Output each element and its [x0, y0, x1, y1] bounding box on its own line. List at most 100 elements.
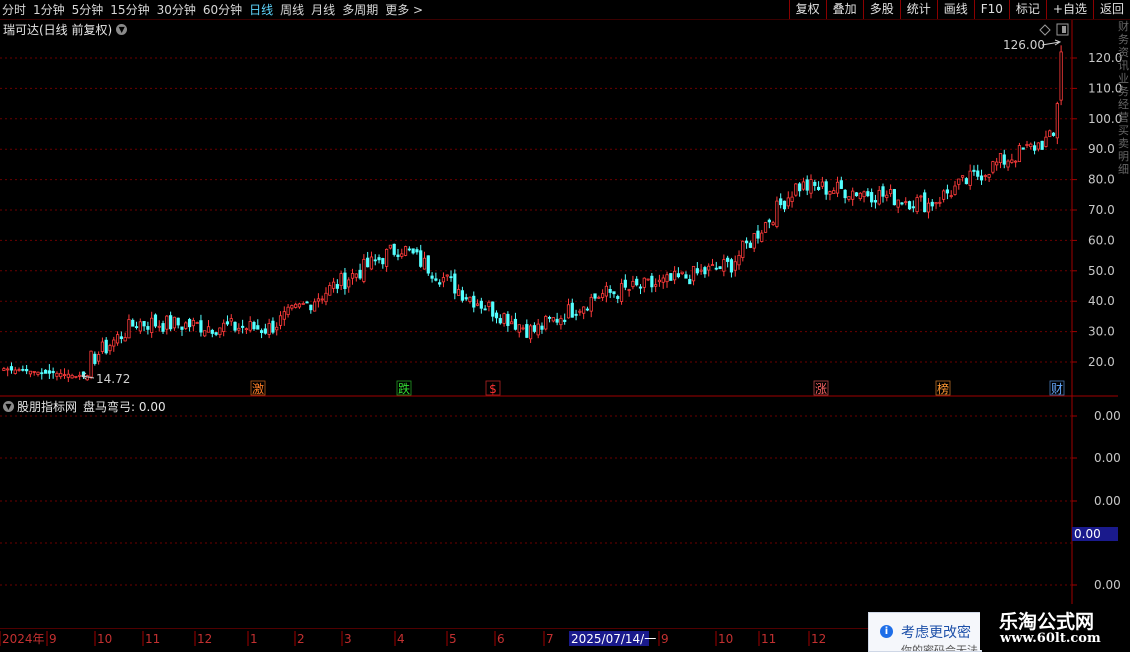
candle [926, 197, 931, 219]
candle [100, 337, 105, 354]
candle-body [748, 242, 752, 248]
candle [195, 321, 199, 324]
candle [942, 189, 946, 203]
candle [472, 291, 476, 313]
candle-body [55, 372, 59, 377]
candle [915, 194, 919, 215]
candle [555, 312, 559, 326]
date-label: 12 [197, 632, 212, 646]
event-marker: $ [489, 382, 497, 396]
candle-body [1055, 103, 1059, 139]
candle-body [286, 306, 290, 315]
candle-body [593, 293, 597, 299]
watermark: 乐淘公式网 www.60lt.com [980, 604, 1130, 650]
candle [457, 284, 461, 296]
candle-body [244, 328, 249, 331]
candle [839, 176, 843, 189]
candle-body [619, 283, 624, 302]
candle [271, 317, 275, 335]
candle [210, 328, 214, 338]
candle [1032, 141, 1037, 155]
candle-body [434, 278, 438, 281]
candle-body [366, 257, 370, 268]
date-label: 11 [761, 632, 776, 646]
candle-body [976, 170, 980, 177]
candle-body [396, 254, 400, 257]
candle-body [979, 175, 984, 181]
candle-body [138, 321, 142, 332]
candle [430, 272, 434, 283]
candle-body [142, 321, 146, 327]
candle [513, 312, 518, 331]
candle [547, 315, 552, 323]
candle [150, 311, 154, 338]
date-axis: 2024年 9 10 11 12 1 2 3 4 5 6 7 2025/07/14/一 9 10 11 12 [0, 629, 868, 650]
candle-body [934, 202, 938, 205]
candle-body [275, 326, 279, 331]
candle [877, 186, 881, 206]
candle-body [926, 202, 931, 213]
candle-body [786, 197, 790, 207]
candle-body [354, 273, 358, 278]
candle [669, 273, 673, 281]
candle-body [756, 230, 760, 239]
candles [2, 45, 1063, 383]
candle [824, 179, 828, 200]
candle [760, 229, 764, 243]
date-label: 3 [344, 632, 352, 646]
candle-body [1048, 130, 1052, 138]
candle-body [589, 296, 593, 312]
candle-body [995, 161, 999, 166]
candle [938, 196, 942, 207]
candle [85, 374, 89, 381]
candle [225, 315, 230, 327]
candle-body [123, 337, 127, 342]
chevron-down-icon[interactable]: ▼ [3, 401, 14, 412]
candle-body [612, 291, 616, 295]
kline-chart[interactable]: 120.0110.0100.090.080.070.060.050.040.03… [0, 0, 1130, 650]
candle [108, 343, 112, 355]
candle [400, 248, 404, 259]
candle [695, 262, 699, 276]
candle-body [373, 259, 377, 262]
candle [1055, 101, 1059, 145]
candle [585, 306, 590, 312]
candle [127, 314, 131, 339]
candle [919, 194, 923, 202]
candle [741, 240, 745, 262]
candle-body [169, 315, 173, 330]
high-price-label: 126.00 [1003, 38, 1045, 52]
candle [582, 306, 586, 320]
candle-body [97, 354, 101, 362]
candle-body [923, 192, 927, 213]
candle [491, 301, 495, 322]
candle-body [566, 304, 571, 319]
candle-body [714, 267, 718, 270]
candle [612, 291, 616, 298]
password-notice-popup[interactable]: i 考虑更改密 你的密码会无法 [868, 612, 982, 652]
candle-body [798, 183, 802, 192]
candle [366, 251, 370, 268]
candle-body [6, 368, 10, 371]
candle [449, 270, 453, 282]
candle-body [449, 276, 453, 279]
candle-body [710, 264, 715, 267]
candle-body [1029, 143, 1033, 148]
candle-body [305, 301, 309, 304]
side-info-strip[interactable]: 财务资讯业务经营买卖明细 [1118, 20, 1130, 630]
candle-body [320, 298, 324, 301]
candle [1025, 140, 1029, 149]
candle-body [832, 190, 836, 194]
candle-body [858, 192, 862, 200]
candle-body [1010, 159, 1014, 163]
candle-body [1017, 145, 1022, 163]
candle [900, 202, 904, 206]
candle [813, 179, 817, 191]
candle-body [691, 265, 696, 282]
candle [218, 327, 222, 338]
candle [638, 284, 643, 295]
candle-body [9, 366, 14, 371]
candle-body [343, 272, 347, 290]
candle-body [960, 175, 965, 178]
candle [665, 271, 669, 288]
